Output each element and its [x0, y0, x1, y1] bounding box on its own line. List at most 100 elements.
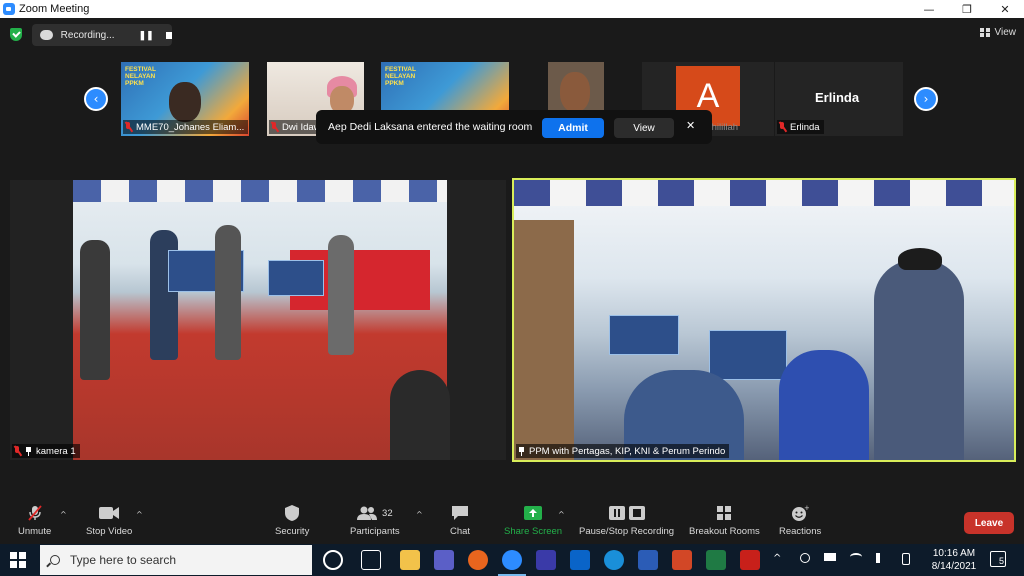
edge-icon[interactable] [604, 550, 624, 570]
window-title: Zoom Meeting [19, 3, 90, 15]
participants-label: Participants [350, 526, 400, 537]
prev-page-button[interactable]: ‹ [84, 87, 108, 111]
windows-taskbar: Type here to search ^ 10:16 AM 8/14/2021… [0, 544, 1024, 576]
person-figure [215, 225, 241, 360]
close-notification-icon[interactable]: ✕ [686, 119, 695, 132]
participant-count: 32 [382, 507, 393, 519]
video-pane-active-speaker[interactable]: PPM with Pertagas, KIP, KNI & Perum Peri… [512, 178, 1016, 462]
word-icon[interactable] [638, 550, 658, 570]
search-icon [50, 555, 60, 565]
waiting-room-message: Aep Dedi Laksana entered the waiting roo… [328, 121, 533, 133]
audio-options-caret[interactable]: ^ [60, 510, 67, 519]
video-name-label: PPM with Pertagas, KIP, KNI & Perum Peri… [516, 444, 730, 458]
view-waiting-button[interactable]: View [614, 118, 674, 138]
admit-button[interactable]: Admit [542, 118, 604, 138]
name-tile: Erlinda [815, 90, 860, 105]
mic-muted-icon [26, 504, 44, 522]
smiley-plus-icon: + [791, 504, 809, 522]
outlook-icon[interactable] [570, 550, 590, 570]
ceremonial-board [268, 260, 324, 296]
chat-button[interactable]: Chat [450, 504, 470, 537]
close-window-button[interactable]: ✕ [986, 0, 1024, 18]
file-explorer-icon[interactable] [400, 550, 420, 570]
participant-thumbnail[interactable]: Erlinda Erlinda [775, 62, 903, 136]
leave-button[interactable]: Leave [964, 512, 1014, 534]
meeting-area: Recording... ❚❚ View ‹ FESTIVAL NELAYAN … [0, 18, 1024, 498]
app-icon[interactable] [536, 550, 556, 570]
windows-start-icon[interactable] [10, 552, 26, 568]
video-camera-icon [98, 504, 120, 522]
video-name-label: kamera 1 [12, 444, 80, 458]
excel-icon[interactable] [706, 550, 726, 570]
mic-muted-icon [271, 122, 278, 132]
zoom-taskbar-icon[interactable] [498, 550, 526, 576]
zoom-window: Zoom Meeting — ❐ ✕ Recording... ❚❚ View … [0, 0, 1024, 576]
wifi-icon[interactable] [850, 553, 862, 561]
powerpoint-icon[interactable] [672, 550, 692, 570]
video-name: PPM with Pertagas, KIP, KNI & Perum Peri… [529, 445, 726, 457]
breakout-rooms-icon [716, 504, 732, 522]
person-foreground [874, 260, 964, 460]
pause-recording-button[interactable]: ❚❚ [139, 30, 154, 41]
volume-icon[interactable] [876, 553, 886, 563]
taskbar-search[interactable]: Type here to search [40, 545, 312, 575]
clock-date: 8/14/2021 [931, 561, 977, 572]
video-options-caret[interactable]: ^ [136, 510, 143, 519]
participant-video [560, 72, 590, 112]
person-foreground [514, 220, 574, 460]
hat-shape [898, 248, 942, 270]
acrobat-icon[interactable] [740, 550, 760, 570]
next-page-button[interactable]: › [914, 87, 938, 111]
minimize-button[interactable]: — [910, 0, 948, 18]
participant-name-label: Erlinda [777, 120, 824, 134]
chat-bubble-icon [451, 504, 469, 522]
participant-name: MME70_Johanes Eliam... [136, 121, 245, 133]
stop-recording-button[interactable] [165, 31, 172, 39]
notification-center-button[interactable]: 5 [990, 551, 1006, 567]
participants-icon: 32 [357, 504, 393, 522]
pause-stop-recording-button[interactable]: Pause/Stop Recording [579, 504, 674, 537]
shield-icon [284, 504, 300, 522]
security-label: Security [275, 526, 310, 537]
tent-banner [73, 180, 447, 202]
view-button[interactable]: View [979, 23, 1016, 41]
zoom-app-icon [3, 3, 15, 15]
reactions-label: Reactions [779, 526, 822, 537]
recording-label: Pause/Stop Recording [579, 526, 675, 537]
person-figure [80, 240, 110, 380]
reactions-button[interactable]: + Reactions [779, 504, 821, 537]
audience-figure [779, 350, 869, 460]
security-shield-icon[interactable] [10, 28, 22, 41]
video-pane-kamera-1[interactable]: kamera 1 [10, 180, 506, 460]
stop-video-label: Stop Video [86, 526, 133, 537]
system-clock[interactable]: 10:16 AM 8/14/2021 [926, 547, 982, 573]
tray-overflow-chevron[interactable]: ^ [773, 553, 781, 564]
share-screen-label: Share Screen [504, 526, 563, 537]
meeting-toolbar: Unmute ^ Stop Video ^ Security 32 Partic… [0, 498, 1024, 544]
firefox-icon[interactable] [468, 550, 488, 570]
teams-icon[interactable] [434, 550, 454, 570]
title-bar: Zoom Meeting — ❐ ✕ [0, 0, 1024, 18]
recording-indicator: Recording... ❚❚ [32, 24, 172, 46]
share-screen-button[interactable]: Share Screen [504, 504, 562, 537]
recording-controls-icon [608, 504, 646, 522]
breakout-rooms-label: Breakout Rooms [689, 526, 760, 537]
participants-options-caret[interactable]: ^ [416, 510, 423, 519]
cortana-icon[interactable] [323, 550, 343, 570]
breakout-rooms-button[interactable]: Breakout Rooms [689, 504, 760, 537]
unmute-label: Unmute [18, 526, 52, 537]
security-button[interactable]: Security [275, 504, 309, 537]
stop-video-button[interactable]: Stop Video [86, 504, 132, 537]
unmute-button[interactable]: Unmute [18, 504, 51, 537]
task-view-icon[interactable] [361, 550, 381, 570]
tray-app-icon[interactable] [800, 553, 810, 563]
pin-icon [25, 446, 32, 456]
battery-icon[interactable] [824, 553, 836, 561]
person-figure [328, 235, 354, 355]
participants-button[interactable]: 32 Participants [350, 504, 400, 537]
share-options-caret[interactable]: ^ [558, 510, 565, 519]
participant-name: Erlinda [790, 121, 820, 133]
maximize-button[interactable]: ❐ [948, 0, 986, 18]
pen-icon[interactable] [902, 553, 910, 565]
participant-thumbnail[interactable]: FESTIVAL NELAYAN PPKM MME70_Johanes Elia… [121, 62, 249, 136]
